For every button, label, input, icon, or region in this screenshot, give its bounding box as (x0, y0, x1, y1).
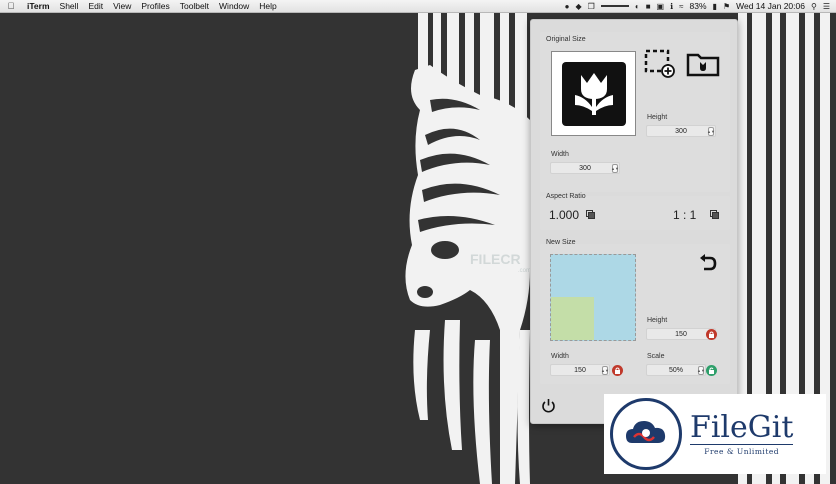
image-resize-panel: Original Size Height 300 ▲▼ Width 300 ▲▼… (530, 19, 738, 424)
shortcut-icon[interactable]: ▣ (657, 0, 665, 13)
height-lock-icon[interactable] (706, 329, 717, 340)
wifi-icon[interactable]: ≈ (679, 0, 683, 13)
copy-ratio-icon[interactable] (710, 210, 719, 219)
menu-window[interactable]: Window (214, 0, 254, 13)
original-width-stepper[interactable]: ▲▼ (611, 164, 619, 173)
battery-icon[interactable]: ▮ (713, 0, 717, 13)
menu-toolbelt[interactable]: Toolbelt (175, 0, 214, 13)
filegit-title: FileGit (690, 410, 794, 445)
menu-view[interactable]: View (108, 0, 136, 13)
filegit-badge: FileGit Free & Unlimited (604, 394, 826, 474)
battery-percent[interactable]: 83% (690, 1, 707, 11)
menu-app-name[interactable]: iTerm (22, 0, 55, 13)
crop-icon[interactable]: ■ (646, 0, 651, 13)
wallpaper-watermark: FILECR (470, 251, 521, 267)
undo-icon[interactable] (699, 254, 717, 272)
aspect-ratio-label: Aspect Ratio (546, 193, 586, 200)
original-image-preview[interactable] (551, 51, 636, 136)
aspect-ratio-section: Aspect Ratio 1.000 1 : 1 (540, 193, 730, 230)
filegit-text: FileGit Free & Unlimited (690, 410, 794, 456)
add-selection-icon[interactable] (644, 49, 678, 79)
scale-stepper[interactable]: ▲▼ (697, 366, 705, 375)
tulip-icon (561, 61, 626, 126)
filegit-logo-icon (610, 398, 682, 470)
scale-lock-icon[interactable] (706, 365, 717, 376)
mic-icon[interactable]: ● (565, 0, 570, 13)
menu-clock[interactable]: Wed 14 Jan 20:06 (736, 1, 805, 11)
aspect-ratio-decimal: 1.000 (549, 208, 580, 222)
new-size-preview-scaled (551, 297, 594, 340)
original-height-stepper[interactable]: ▲▼ (707, 127, 715, 136)
original-height-value: 300 (675, 127, 687, 135)
new-width-field[interactable]: 150 ▲▼ (550, 364, 610, 376)
copy-status-icon[interactable]: ❐ (588, 0, 595, 13)
menu-profiles[interactable]: Profiles (136, 0, 174, 13)
width-lock-icon[interactable] (612, 365, 623, 376)
scale-value: 50% (668, 366, 683, 374)
info-icon[interactable]: ℹ (670, 0, 673, 13)
filegit-subtitle: Free & Unlimited (690, 444, 794, 456)
original-width-label: Width (551, 151, 569, 158)
copy-icon[interactable] (586, 210, 595, 219)
status-area: ● ◆ ❐ ◐ ■ ▣ ℹ ≈ 83% ▮ ⚑ Wed 14 Jan 20:06… (565, 0, 836, 13)
original-height-field[interactable]: 300 ▲▼ (646, 125, 716, 137)
new-size-label: New Size (546, 239, 576, 246)
sync-icon[interactable]: ◐ (635, 0, 640, 13)
spotlight-search-icon[interactable]: ⚲ (811, 0, 817, 13)
new-width-value: 150 (574, 366, 586, 374)
scale-label: Scale (647, 353, 665, 360)
new-size-section: New Size Height 150 ▲▼ Width 150 ▲▼ Scal… (540, 239, 730, 384)
new-height-label: Height (647, 317, 668, 324)
folder-icon[interactable] (686, 51, 720, 77)
apple-icon[interactable]:  (0, 1, 22, 11)
new-width-label: Width (551, 353, 569, 360)
scale-field[interactable]: 50% ▲▼ (646, 364, 706, 376)
new-size-preview[interactable] (550, 254, 636, 341)
aspect-ratio-ratio: 1 : 1 (673, 208, 697, 222)
original-size-section: Original Size Height 300 ▲▼ Width 300 ▲▼ (540, 32, 730, 192)
menu-shell[interactable]: Shell (55, 0, 84, 13)
original-width-value: 300 (579, 164, 591, 172)
menu-bar:  iTerm Shell Edit View Profiles Toolbel… (0, 0, 836, 13)
notification-center-icon[interactable]: ☰ (823, 0, 830, 13)
menu-edit[interactable]: Edit (83, 0, 108, 13)
flag-icon[interactable]: ⚑ (723, 0, 730, 13)
original-height-label: Height (647, 114, 668, 121)
new-width-stepper[interactable]: ▲▼ (601, 366, 609, 375)
original-width-field[interactable]: 300 ▲▼ (550, 162, 620, 174)
dropbox-icon[interactable]: ◆ (576, 0, 582, 13)
menu-help[interactable]: Help (254, 0, 281, 13)
volume-bar-icon[interactable] (600, 5, 629, 7)
new-height-value: 150 (675, 330, 687, 338)
power-icon[interactable] (541, 398, 556, 413)
original-size-label: Original Size (546, 36, 586, 43)
